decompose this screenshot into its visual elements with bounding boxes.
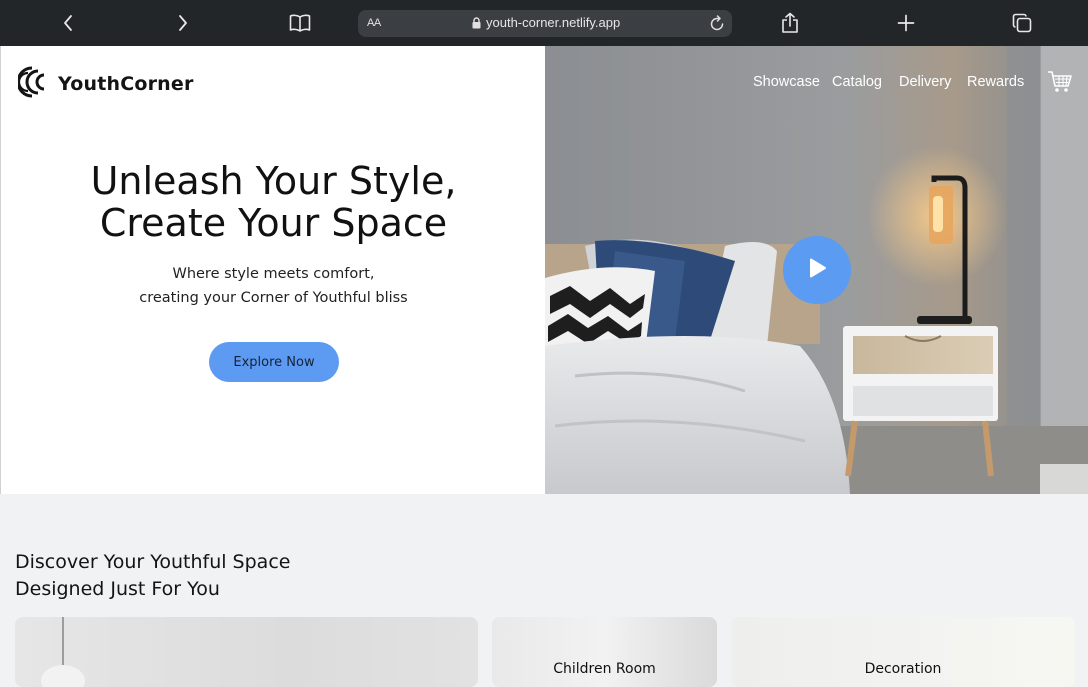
cart-icon[interactable] [1047, 70, 1073, 98]
lock-icon [472, 17, 481, 29]
back-chevron-icon[interactable] [53, 8, 83, 38]
concentric-arcs-logo-icon [16, 66, 50, 102]
category-card-children-room[interactable]: Children Room [492, 617, 717, 687]
text-size-button[interactable]: AA [367, 17, 381, 29]
brand-name: YouthCorner [58, 73, 194, 95]
url-text: youth-corner.netlify.app [486, 15, 621, 30]
hero-subtitle-line2: creating your Corner of Youthful bliss [139, 290, 408, 306]
category-card-children-room-label: Children Room [553, 661, 656, 677]
category-card-1[interactable] [15, 617, 478, 687]
forward-chevron-icon[interactable] [168, 8, 198, 38]
nav-showcase[interactable]: Showcase [753, 74, 820, 90]
hero-subtitle: Where style meets comfort, creating your… [1, 262, 546, 310]
share-icon[interactable] [775, 8, 805, 38]
tabs-icon[interactable] [1007, 8, 1037, 38]
nav-delivery[interactable]: Delivery [899, 74, 951, 90]
category-card-decoration-label: Decoration [864, 661, 942, 677]
hero-title-line2: Create Your Space [99, 201, 448, 245]
play-video-button[interactable] [783, 236, 851, 304]
hero-subtitle-line1: Where style meets comfort, [172, 266, 375, 282]
hero-title: Unleash Your Style, Create Your Space [1, 160, 546, 244]
brand-logo[interactable]: YouthCorner [16, 66, 194, 102]
address-bar[interactable]: AA youth-corner.netlify.app [358, 10, 732, 37]
section-title-line1: Discover Your Youthful Space [15, 551, 291, 573]
section-title-line2: Designed Just For You [15, 578, 220, 600]
nav-catalog[interactable]: Catalog [832, 74, 882, 90]
section-title: Discover Your Youthful Space Designed Ju… [15, 549, 290, 603]
pendant-lamp-image [41, 617, 85, 687]
play-icon [805, 256, 829, 284]
hero-title-line1: Unleash Your Style, [90, 159, 457, 203]
hero-image-panel: Showcase Catalog Delivery Rewards [545, 46, 1088, 494]
bookmarks-book-icon[interactable] [285, 8, 315, 38]
explore-now-button[interactable]: Explore Now [209, 342, 339, 382]
hero-left-panel: YouthCorner Unleash Your Style, Create Y… [0, 46, 545, 494]
new-tab-plus-icon[interactable] [891, 8, 921, 38]
category-card-decoration[interactable]: Decoration [731, 617, 1075, 687]
reload-icon[interactable] [709, 15, 725, 32]
browser-toolbar: AA youth-corner.netlify.app [0, 0, 1088, 46]
nav-rewards[interactable]: Rewards [967, 74, 1024, 90]
